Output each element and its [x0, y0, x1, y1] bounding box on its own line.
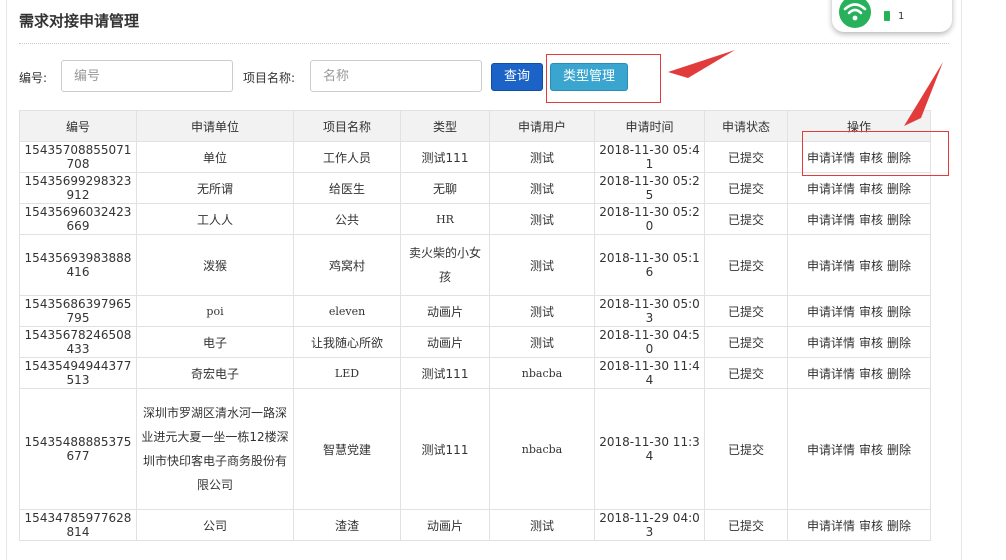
arrow-to-actions: [904, 62, 943, 126]
annotation-arrows: [668, 50, 943, 126]
widget-count: 1: [898, 11, 905, 22]
wifi-icon: [839, 0, 871, 28]
page-right-edge: [986, 0, 1006, 547]
arrow-to-type-management: [668, 50, 735, 78]
network-status-widget[interactable]: 1: [832, 0, 952, 32]
battery-icon: [884, 11, 890, 21]
